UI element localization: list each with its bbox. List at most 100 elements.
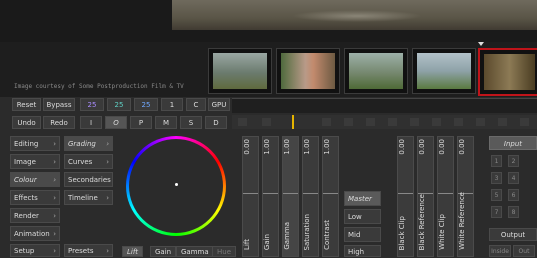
thumbnail-4[interactable] <box>412 48 476 94</box>
inside-button[interactable]: Inside <box>489 245 511 257</box>
ruler-tick <box>238 118 247 126</box>
mode-low[interactable]: Low <box>344 209 381 224</box>
colour-wheel[interactable] <box>126 136 226 236</box>
value-1-field[interactable]: 25 <box>80 98 104 111</box>
number-button-4[interactable]: 4 <box>508 172 519 184</box>
chevron-right-icon: › <box>106 158 109 166</box>
reset-button[interactable]: Reset <box>12 98 41 111</box>
black-clip-slider[interactable]: 0.00 Black Clip <box>397 136 414 257</box>
number-button-2[interactable]: 2 <box>508 155 519 167</box>
number-button-6[interactable]: 6 <box>508 189 519 201</box>
number-button-1[interactable]: 1 <box>491 155 502 167</box>
m-button[interactable]: M <box>155 116 177 129</box>
o-button[interactable]: O <box>105 116 127 129</box>
lift-slider[interactable]: 0.00 Lift <box>242 136 259 257</box>
thumbnail-1[interactable] <box>208 48 272 94</box>
nav-animation[interactable]: Animation › <box>10 226 60 241</box>
thumbnail-5-selected[interactable] <box>478 48 537 96</box>
saturation-slider[interactable]: 1.00 Saturation <box>302 136 319 257</box>
subnav-label: Presets <box>68 247 94 255</box>
subnav-timeline[interactable]: Timeline › <box>64 190 113 205</box>
undo-button[interactable]: Undo <box>12 116 41 129</box>
ruler-tick <box>520 118 529 126</box>
thumbnail-3[interactable] <box>344 48 408 94</box>
scrub-marker-icon <box>478 42 484 46</box>
number-button-3[interactable]: 3 <box>491 172 502 184</box>
s-button[interactable]: S <box>180 116 202 129</box>
nav-label: Setup <box>14 247 35 255</box>
chevron-right-icon: › <box>53 212 56 220</box>
value-4-field[interactable]: 1 <box>161 98 183 111</box>
nav-label: Editing <box>14 140 39 148</box>
nav-label: Animation <box>14 230 50 238</box>
white-reference-slider[interactable]: 0.00 White Reference <box>457 136 474 257</box>
mode-master[interactable]: Master <box>344 191 381 206</box>
subnav-label: Curves <box>68 158 93 166</box>
value-2-field[interactable]: 25 <box>107 98 131 111</box>
slider-value: 1.00 <box>323 139 331 155</box>
thumbnail-2[interactable] <box>276 48 340 94</box>
subnav-curves[interactable]: Curves › <box>64 154 113 169</box>
nav-colour[interactable]: Colour › <box>10 172 60 187</box>
subnav-secondaries[interactable]: Secondaries <box>64 172 113 187</box>
white-clip-slider[interactable]: 0.00 White Clip <box>437 136 454 257</box>
ruler-tick <box>366 118 375 126</box>
input-button[interactable]: Input <box>489 136 537 150</box>
nav-image[interactable]: Image › <box>10 154 60 169</box>
timeline-ruler[interactable] <box>232 115 537 129</box>
gamma-slider[interactable]: 1.00 Gamma <box>282 136 299 257</box>
ruler-tick <box>454 118 463 126</box>
mode-mid[interactable]: Mid <box>344 227 381 242</box>
playhead[interactable] <box>292 115 294 129</box>
ruler-tick <box>498 118 507 126</box>
slider-value: 1.00 <box>283 139 291 155</box>
nav-label: Colour <box>14 176 37 184</box>
mode-high[interactable]: High <box>344 245 381 257</box>
chevron-right-icon: › <box>106 194 109 202</box>
chevron-right-icon: › <box>53 140 56 148</box>
ruler-tick <box>322 118 331 126</box>
chevron-right-icon: › <box>53 176 56 184</box>
slider-value: 1.00 <box>263 139 271 155</box>
value-3-field[interactable]: 25 <box>134 98 158 111</box>
slider-value: 1.00 <box>303 139 311 155</box>
number-button-8[interactable]: 8 <box>508 206 519 218</box>
i-button[interactable]: I <box>80 116 102 129</box>
nav-setup[interactable]: Setup › <box>10 244 60 257</box>
image-credit: Image courtesy of Some Postproduction Fi… <box>14 83 184 90</box>
nav-editing[interactable]: Editing › <box>10 136 60 151</box>
nav-effects[interactable]: Effects › <box>10 190 60 205</box>
slider-label: Saturation <box>303 213 311 251</box>
slider-value: 0.00 <box>243 139 251 155</box>
tab-hue[interactable]: Hue <box>212 246 237 257</box>
black-reference-slider[interactable]: 0.00 Black Reference <box>417 136 434 257</box>
tab-gamma[interactable]: Gamma <box>176 246 214 257</box>
tab-gain[interactable]: Gain <box>150 246 177 257</box>
gpu-button[interactable]: GPU <box>208 98 230 111</box>
gain-slider[interactable]: 1.00 Gain <box>262 136 279 257</box>
p-button[interactable]: P <box>130 116 152 129</box>
d-button[interactable]: D <box>205 116 227 129</box>
slider-value: 0.00 <box>418 139 426 155</box>
viewer-image <box>172 0 537 30</box>
ruler-tick <box>476 118 485 126</box>
ruler-tick <box>388 118 397 126</box>
slider-label: Gain <box>263 233 271 250</box>
number-button-7[interactable]: 7 <box>491 206 502 218</box>
nav-render[interactable]: Render › <box>10 208 60 223</box>
number-button-5[interactable]: 5 <box>491 189 502 201</box>
output-button[interactable]: Output <box>489 228 537 241</box>
contrast-slider[interactable]: 1.00 Contrast <box>322 136 339 257</box>
slider-mark <box>438 193 453 194</box>
bypass-button[interactable]: Bypass <box>43 98 75 111</box>
subnav-grading[interactable]: Grading › <box>64 136 113 151</box>
colour-wheel-puck[interactable] <box>175 183 178 186</box>
ruler-tick <box>262 118 271 126</box>
tab-lift[interactable]: Lift <box>122 246 144 257</box>
timeline-track[interactable] <box>232 98 537 113</box>
out-button[interactable]: Out <box>513 245 535 257</box>
chevron-right-icon: › <box>106 247 109 255</box>
subnav-presets[interactable]: Presets › <box>64 244 113 257</box>
c-button[interactable]: C <box>186 98 206 111</box>
redo-button[interactable]: Redo <box>43 116 75 129</box>
